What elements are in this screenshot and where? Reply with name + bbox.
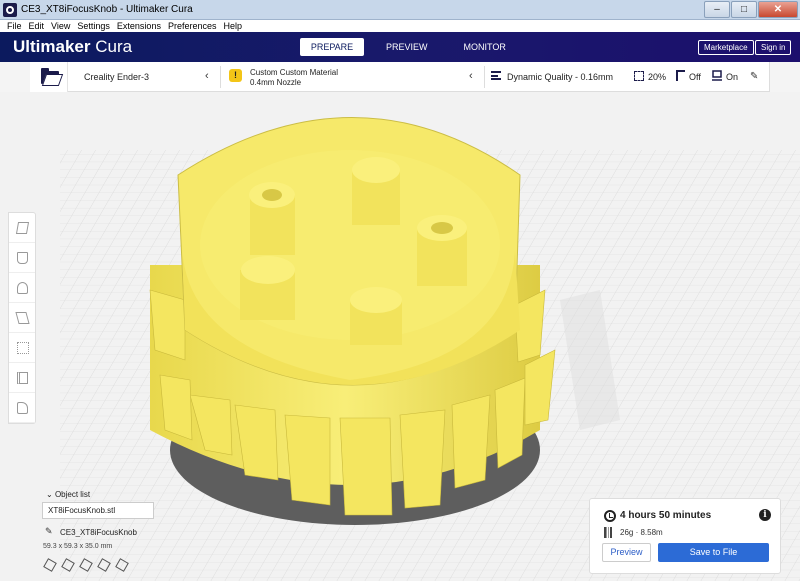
infill-icon: [634, 71, 644, 81]
print-action-panel: 4 hours 50 minutes i 26g · 8.58m Preview…: [589, 498, 781, 574]
menu-settings[interactable]: Settings: [77, 21, 110, 31]
tool-icon: [17, 402, 28, 414]
left-view-icon[interactable]: [97, 558, 111, 572]
object-list-item[interactable]: XT8iFocusKnob.stl: [42, 502, 154, 519]
menu-edit[interactable]: Edit: [29, 21, 45, 31]
adhesion-value[interactable]: On: [726, 72, 738, 82]
move-icon: [15, 222, 30, 234]
close-button[interactable]: ✕: [758, 1, 798, 18]
printer-selector[interactable]: Creality Ender-3: [84, 72, 149, 82]
support-value[interactable]: Off: [689, 72, 701, 82]
logo-product: Cura: [95, 37, 133, 56]
save-to-file-button[interactable]: Save to File: [658, 543, 769, 562]
front-view-icon[interactable]: [61, 558, 75, 572]
pencil-icon[interactable]: ✎: [750, 71, 758, 82]
object-list-toggle[interactable]: ⌄ Object list: [46, 490, 90, 499]
stage-tabs: PREPARE PREVIEW MONITOR: [300, 38, 528, 56]
chevron-down-icon: ⌄: [46, 490, 53, 499]
signin-button[interactable]: Sign in: [755, 40, 792, 55]
tab-monitor[interactable]: MONITOR: [450, 38, 520, 56]
edit-name-icon[interactable]: ✎: [45, 526, 53, 537]
per-model-settings-icon: [17, 342, 29, 354]
adhesion-icon: [712, 70, 722, 81]
preview-button[interactable]: Preview: [602, 543, 651, 562]
extra-tool-button[interactable]: [9, 393, 35, 423]
material-estimate: 26g · 8.58m: [620, 528, 663, 537]
top-view-icon[interactable]: [79, 558, 93, 572]
tool-panel: [8, 212, 36, 424]
menu-preferences[interactable]: Preferences: [168, 21, 217, 31]
object-dimensions: 59.3 x 59.3 x 35.0 mm: [43, 543, 113, 550]
print-time-estimate: 4 hours 50 minutes: [620, 510, 712, 521]
marketplace-button[interactable]: Marketplace: [698, 40, 754, 55]
spool-icon: [604, 527, 612, 538]
open-file-button[interactable]: [30, 62, 68, 92]
mirror-tool-button[interactable]: [9, 303, 35, 333]
config-divider: [220, 66, 221, 88]
material-label[interactable]: Custom Custom Material: [250, 68, 338, 77]
quality-profile[interactable]: Dynamic Quality - 0.16mm: [507, 72, 613, 82]
window-title: CE3_XT8iFocusKnob - Ultimaker Cura: [21, 4, 193, 15]
window-controls: – □ ✕: [703, 1, 798, 18]
minimize-button[interactable]: –: [704, 1, 730, 18]
object-list-label: Object list: [54, 490, 91, 499]
camera-view-buttons: [43, 558, 135, 572]
logo-brand: Ultimaker: [13, 37, 91, 56]
menu-help[interactable]: Help: [223, 21, 242, 31]
infill-value[interactable]: 20%: [648, 72, 666, 82]
window-titlebar: CE3_XT8iFocusKnob - Ultimaker Cura – □ ✕: [0, 0, 800, 20]
nozzle-label[interactable]: 0.4mm Nozzle: [250, 78, 301, 87]
clock-icon: [604, 510, 616, 522]
support-icon: [676, 70, 685, 81]
scale-tool-button[interactable]: [9, 243, 35, 273]
app-logo: Ultimaker Cura: [13, 37, 132, 57]
3d-view-icon[interactable]: [43, 558, 57, 572]
menu-bar: File Edit View Settings Extensions Prefe…: [0, 20, 800, 32]
right-view-icon[interactable]: [115, 558, 129, 572]
warning-icon: !: [229, 69, 242, 82]
menu-extensions[interactable]: Extensions: [117, 21, 161, 31]
folder-icon: [41, 68, 59, 84]
maximize-button[interactable]: □: [731, 1, 757, 18]
chevron-left-icon[interactable]: ‹: [205, 70, 209, 82]
config-divider: [484, 66, 485, 88]
scale-icon: [17, 252, 28, 264]
tab-preview[interactable]: PREVIEW: [372, 38, 442, 56]
support-blocker-button[interactable]: [9, 363, 35, 393]
quality-icon: [491, 71, 501, 80]
chevron-left-icon[interactable]: ‹: [469, 70, 473, 82]
object-name: CE3_XT8iFocusKnob: [60, 528, 137, 537]
cura-app-icon: [3, 2, 17, 17]
rotate-icon: [17, 282, 28, 294]
move-tool-button[interactable]: [9, 213, 35, 243]
per-model-settings-button[interactable]: [9, 333, 35, 363]
info-icon[interactable]: i: [759, 509, 771, 521]
rotate-tool-button[interactable]: [9, 273, 35, 303]
app-header: Ultimaker Cura PREPARE PREVIEW MONITOR M…: [0, 32, 800, 62]
tab-prepare[interactable]: PREPARE: [300, 38, 364, 56]
menu-file[interactable]: File: [7, 21, 22, 31]
focus-knob-model[interactable]: [149, 117, 556, 526]
support-blocker-icon: [17, 372, 28, 384]
menu-view[interactable]: View: [51, 21, 70, 31]
mirror-icon: [15, 312, 30, 324]
